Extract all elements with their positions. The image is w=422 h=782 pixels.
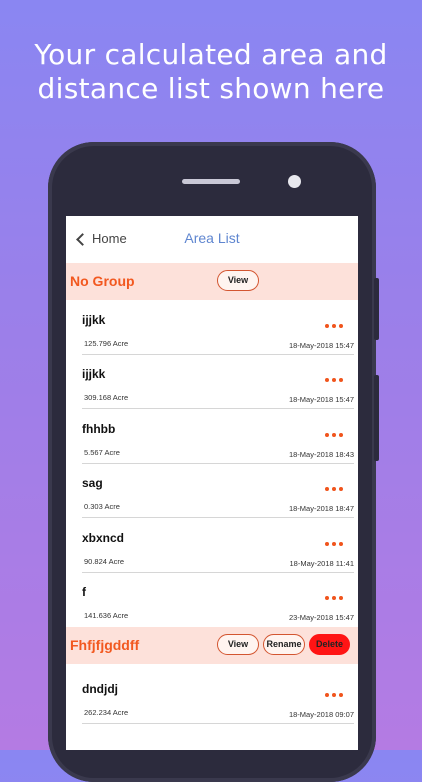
item-date: 18-May-2018 09:07 bbox=[288, 710, 354, 719]
item-date: 23-May-2018 15:47 bbox=[288, 613, 354, 622]
nav-bar: Home Area List bbox=[66, 216, 358, 262]
row-divider bbox=[82, 723, 354, 724]
headline-line-2: distance list shown here bbox=[37, 72, 385, 105]
list-item[interactable]: ijjkk 125.796 Acre 18-May-2018 15:47 bbox=[66, 301, 358, 355]
list-item[interactable]: sag 0.303 Acre 18-May-2018 18:47 bbox=[66, 464, 358, 518]
item-area: 309.168 Acre bbox=[84, 393, 129, 402]
item-area: 0.303 Acre bbox=[84, 502, 120, 511]
more-options-icon[interactable] bbox=[325, 693, 343, 697]
more-options-icon[interactable] bbox=[325, 487, 343, 491]
more-options-icon[interactable] bbox=[325, 433, 343, 437]
list-item[interactable]: dndjdj 262.234 Acre 18-May-2018 09:07 bbox=[66, 670, 358, 724]
item-date: 18-May-2018 11:41 bbox=[289, 559, 355, 568]
item-area: 125.796 Acre bbox=[84, 339, 129, 348]
item-name: sag bbox=[82, 476, 103, 490]
item-date: 18-May-2018 18:47 bbox=[288, 504, 354, 513]
rename-group-button[interactable]: Rename bbox=[263, 634, 305, 655]
item-date: 18-May-2018 18:43 bbox=[288, 450, 354, 459]
group-name: No Group bbox=[70, 273, 135, 289]
item-date: 18-May-2018 15:47 bbox=[288, 341, 354, 350]
item-name: fhhbb bbox=[82, 422, 116, 436]
headline-line-1: Your calculated area and bbox=[34, 38, 388, 71]
item-name: f bbox=[82, 585, 86, 599]
view-group-button[interactable]: View bbox=[217, 634, 259, 655]
row-divider bbox=[82, 517, 354, 518]
phone-speaker bbox=[182, 179, 240, 184]
more-options-icon[interactable] bbox=[325, 596, 343, 600]
item-area: 5.567 Acre bbox=[84, 448, 120, 457]
app-screen: Home Area List No Group View ijjkk 125.7… bbox=[66, 216, 358, 750]
phone-camera bbox=[288, 175, 301, 188]
item-area: 141.636 Acre bbox=[84, 611, 129, 620]
item-name: ijjkk bbox=[82, 367, 106, 381]
row-divider bbox=[82, 408, 354, 409]
group-name: Fhfjfjgddff bbox=[70, 637, 140, 653]
more-options-icon[interactable] bbox=[325, 378, 343, 382]
list-item[interactable]: ijjkk 309.168 Acre 18-May-2018 15:47 bbox=[66, 355, 358, 409]
item-name: ijjkk bbox=[82, 313, 106, 327]
group-header-fhfjfjgddff: Fhfjfjgddff View Rename Delete bbox=[66, 627, 358, 664]
phone-side-button-top bbox=[374, 278, 379, 340]
phone-side-button-bottom bbox=[374, 375, 379, 461]
marketing-headline: Your calculated area and distance list s… bbox=[0, 38, 422, 106]
list-item[interactable]: f 141.636 Acre 23-May-2018 15:47 bbox=[66, 573, 358, 627]
page-title: Area List bbox=[184, 230, 240, 246]
list-item[interactable]: fhhbb 5.567 Acre 18-May-2018 18:43 bbox=[66, 410, 358, 464]
item-name: xbxncd bbox=[82, 531, 125, 545]
item-area: 90.824 Acre bbox=[84, 557, 125, 566]
group-header-no-group: No Group View bbox=[66, 263, 358, 300]
item-name: dndjdj bbox=[82, 682, 118, 696]
more-options-icon[interactable] bbox=[325, 542, 343, 546]
item-area: 262.234 Acre bbox=[84, 708, 129, 717]
list-item[interactable]: xbxncd 90.824 Acre 18-May-2018 11:41 bbox=[66, 519, 358, 573]
more-options-icon[interactable] bbox=[325, 324, 343, 328]
delete-group-button[interactable]: Delete bbox=[309, 634, 350, 655]
view-group-button[interactable]: View bbox=[217, 270, 259, 291]
item-date: 18-May-2018 15:47 bbox=[288, 395, 354, 404]
